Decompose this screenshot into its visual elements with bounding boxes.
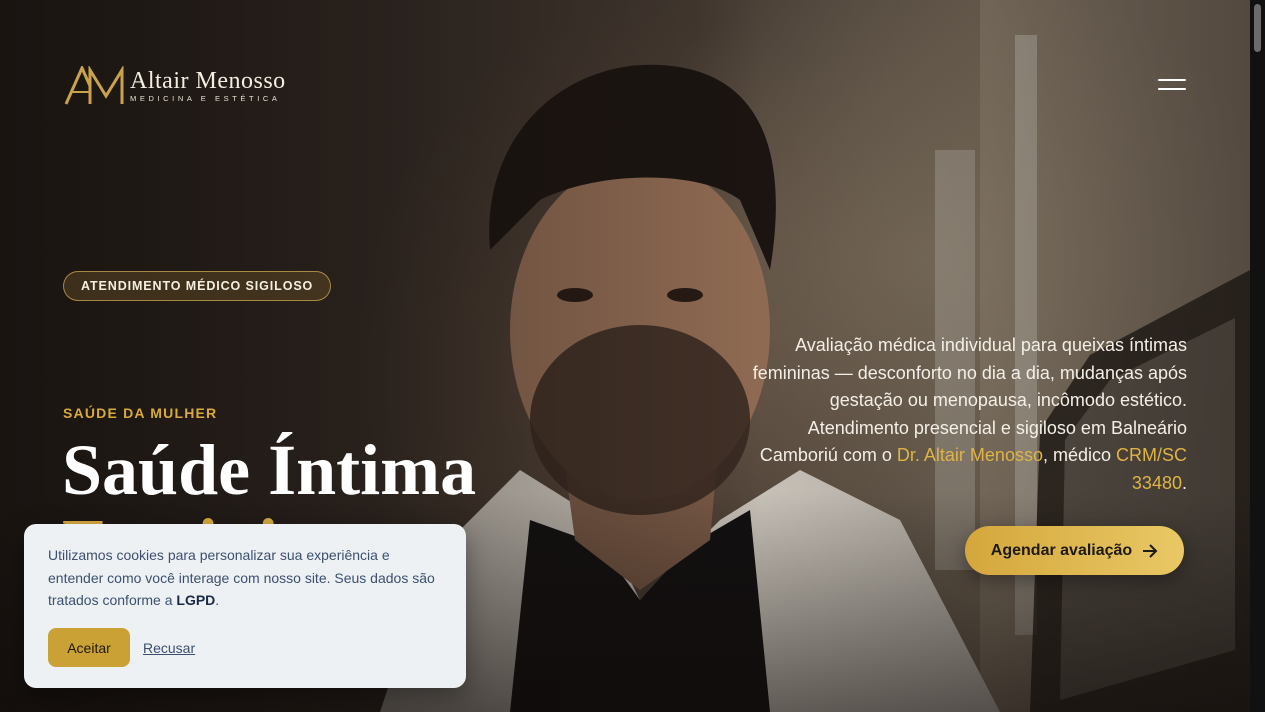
arrow-right-icon <box>1143 543 1158 558</box>
accept-cookies-button[interactable]: Aceitar <box>48 628 130 667</box>
description-text: . <box>1181 472 1187 493</box>
confidential-badge: ATENDIMENTO MÉDICO SIGILOSO <box>63 271 332 301</box>
cta-label: Agendar avaliação <box>990 541 1133 559</box>
lgpd-label: LGPD <box>176 592 216 608</box>
section-kicker: SAÚDE DA MULHER <box>63 405 218 421</box>
hero-description: Avaliação médica individual para queixas… <box>740 332 1187 497</box>
cookie-consent-banner: Utilizamos cookies para personalizar sua… <box>24 524 466 688</box>
logo-name: Altair Menosso <box>130 68 286 94</box>
page-title: Saúde Íntima <box>62 430 477 510</box>
schedule-evaluation-button[interactable]: Agendar avaliação <box>965 526 1184 575</box>
site-logo[interactable]: Altair Menosso MEDICINA E ESTÉTICA <box>64 66 286 106</box>
cookie-text: Utilizamos cookies para personalizar sua… <box>48 544 442 612</box>
cookie-message-end: . <box>215 592 220 608</box>
scrollbar-thumb[interactable] <box>1254 4 1261 52</box>
logo-tagline: MEDICINA E ESTÉTICA <box>130 94 281 103</box>
crm-highlight: CRM/SC 33480 <box>1116 445 1187 493</box>
cookie-actions: Aceitar Recusar <box>48 628 195 667</box>
am-monogram-icon <box>64 66 124 105</box>
landing-page: Altair Menosso MEDICINA E ESTÉTICA ATEND… <box>0 0 1265 712</box>
description-text: , médico <box>1042 445 1116 465</box>
cookie-message: Utilizamos cookies para personalizar sua… <box>48 547 435 608</box>
vertical-scrollbar[interactable] <box>1250 0 1265 712</box>
hamburger-menu-icon[interactable] <box>1156 74 1188 96</box>
doctor-name-highlight: Dr. Altair Menosso <box>896 445 1043 465</box>
decline-cookies-link[interactable]: Recusar <box>143 640 195 656</box>
